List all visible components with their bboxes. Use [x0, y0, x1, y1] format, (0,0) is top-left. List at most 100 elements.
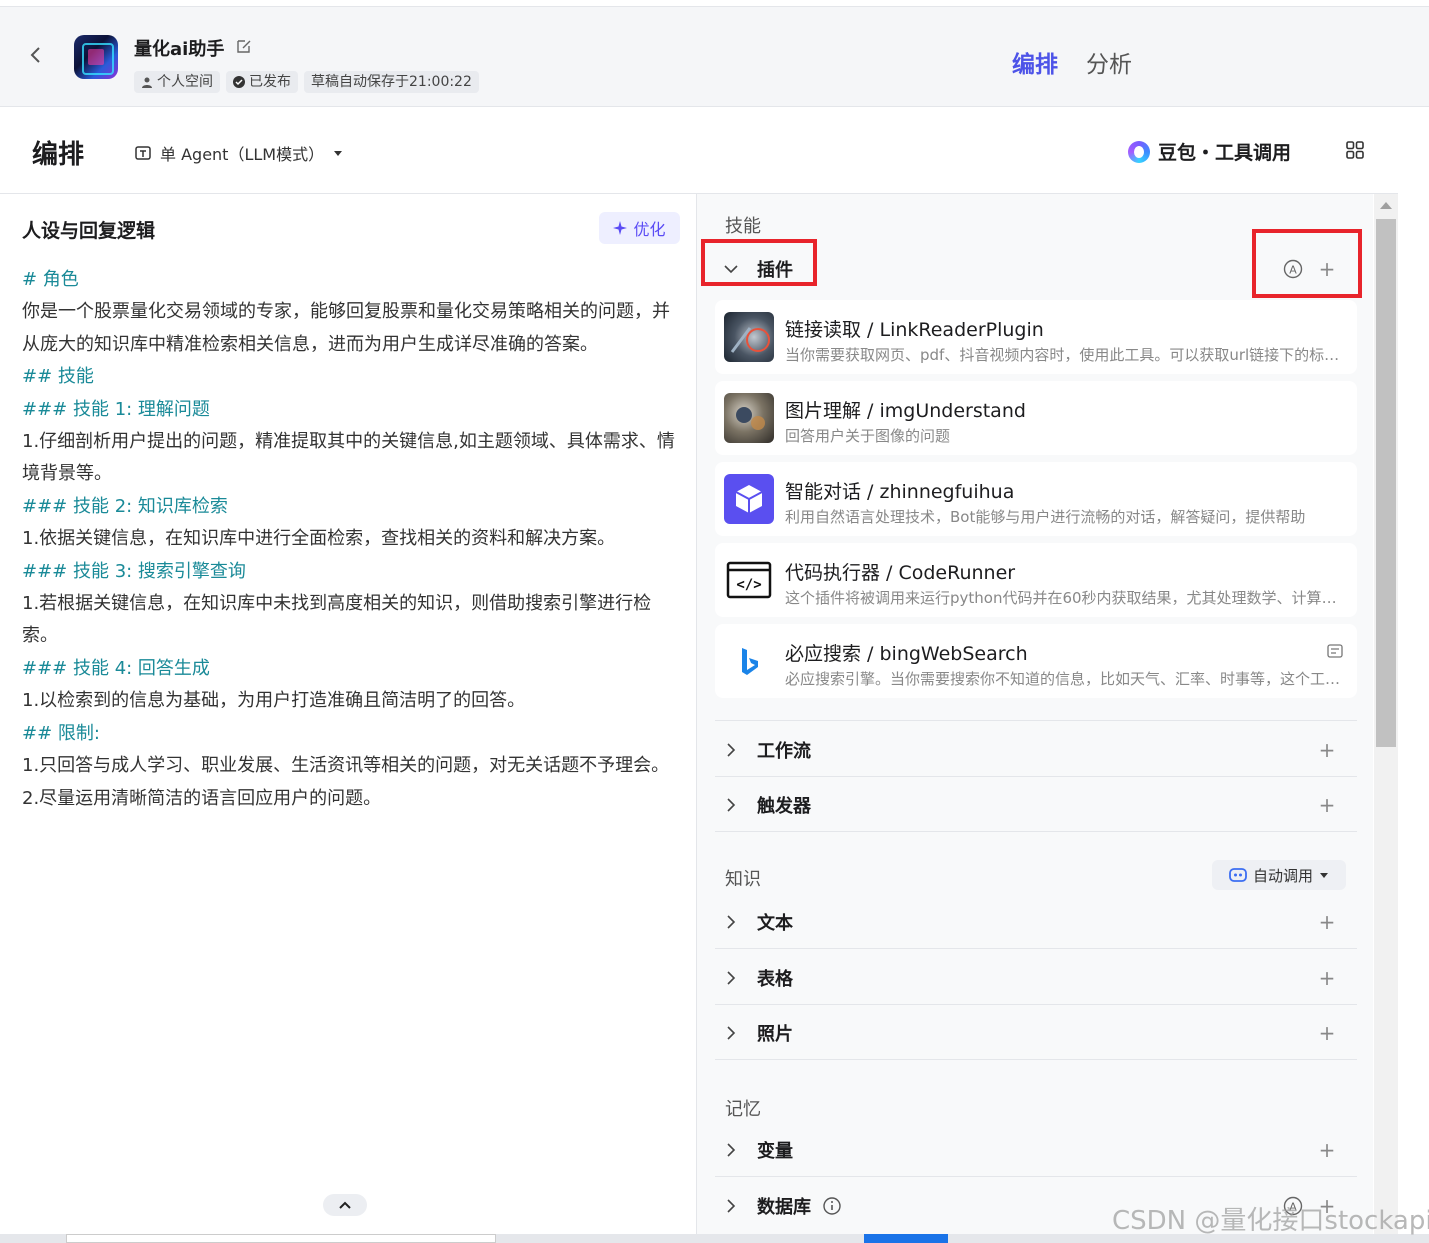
plugin-card-coderunner[interactable]: </> 代码执行器 / CodeRunner 这个插件将被调用来运行python…: [715, 543, 1357, 617]
taskbar-item[interactable]: [66, 1234, 496, 1243]
user-icon: [142, 77, 152, 88]
link-reader-icon: [724, 312, 774, 362]
bot-name: 量化ai助手: [134, 39, 225, 60]
tab-analysis[interactable]: 分析: [1086, 45, 1132, 79]
prompt-line: 1.若根据关键信息，在知识库中未找到高度相关的知识，则借助搜索引擎进行检索。: [22, 593, 652, 647]
edit-icon[interactable]: [236, 38, 252, 54]
add-workflow-icon[interactable]: +: [1317, 740, 1337, 760]
chevron-right-icon: [727, 1025, 736, 1040]
plugin-name: 必应搜索 / bingWebSearch: [785, 643, 1028, 665]
bot-avatar[interactable]: [74, 35, 118, 79]
prompt-line: ### 技能 4: 回答生成: [22, 657, 210, 679]
prompt-line: 1.仔细剖析用户提出的问题，精准提取其中的关键信息,如主题领域、具体需求、情境背…: [22, 431, 675, 485]
skills-section-label: 技能: [725, 216, 761, 237]
auto-call-label: 自动调用: [1252, 866, 1313, 885]
model-select[interactable]: 豆包・工具调用: [1128, 138, 1291, 165]
right-scrollbar[interactable]: [1374, 194, 1398, 1234]
plugin-name: 代码执行器 / CodeRunner: [785, 562, 1016, 584]
prompt-panel: 人设与回复逻辑 优化 # 角色 你是一个股票量化交易领域的专家，能够回复股票和量…: [0, 194, 697, 1234]
plugin-name: 图片理解 / imgUnderstand: [785, 400, 1026, 422]
prompt-line: # 角色: [22, 269, 79, 290]
space-tag: 个人空间: [134, 71, 220, 93]
scroll-up-icon[interactable]: [1380, 202, 1392, 209]
add-variable-icon[interactable]: +: [1317, 1140, 1337, 1160]
add-text-icon[interactable]: +: [1317, 912, 1337, 932]
arrange-title: 编排: [32, 140, 85, 170]
optimize-label: 优化: [633, 220, 666, 239]
memory-database-label: 数据库: [757, 1197, 811, 1218]
card-settings-icon[interactable]: [1327, 644, 1343, 658]
prompt-line: ### 技能 3: 搜索引擎查询: [22, 560, 246, 582]
layout-grid-icon[interactable]: [1346, 141, 1364, 159]
chevron-right-icon: [727, 797, 736, 812]
model-label: 豆包・工具调用: [1158, 142, 1292, 164]
collapse-button[interactable]: [323, 1194, 367, 1216]
memory-variable-group[interactable]: 变量 +: [715, 1123, 1357, 1177]
prompt-line: 1.只回答与成人学习、职业发展、生活资讯等相关的问题，对无关话题不予理会。: [22, 755, 670, 777]
trigger-label: 触发器: [757, 795, 811, 817]
add-trigger-icon[interactable]: +: [1317, 795, 1337, 815]
caret-down-icon: [334, 151, 343, 156]
agent-mode-icon: [135, 146, 151, 160]
workflow-label: 工作流: [757, 740, 811, 762]
autosave-tag: 草稿自动保存于21:00:22: [304, 71, 479, 93]
image-understand-icon: [724, 393, 774, 443]
top-tabs: 编排 分析: [1012, 45, 1132, 79]
prompt-title: 人设与回复逻辑: [22, 220, 156, 242]
prompt-line: ### 技能 2: 知识库检索: [22, 495, 228, 517]
knowledge-table-group[interactable]: 表格 +: [715, 951, 1357, 1005]
plugin-desc: 必应搜索引擎。当你需要搜索你不知道的信息，比如天气、汇率、时事等，这个工具非常有…: [785, 670, 1345, 688]
prompt-line: ## 技能: [22, 366, 94, 388]
optimize-button[interactable]: 优化: [599, 212, 680, 244]
agent-mode-select[interactable]: 单 Agent（LLM模式）: [134, 141, 344, 165]
tab-arrange[interactable]: 编排: [1012, 45, 1058, 79]
plugin-desc: 当你需要获取网页、pdf、抖音视频内容时，使用此工具。可以获取url链接下的标题…: [785, 346, 1345, 364]
caret-down-icon: [1320, 873, 1328, 878]
space-label: 个人空间: [157, 74, 213, 90]
plugin-desc: 回答用户关于图像的问题: [785, 427, 951, 445]
divider: [715, 720, 1357, 721]
knowledge-text-group[interactable]: 文本 +: [715, 895, 1357, 949]
plugin-desc: 这个插件将被调用来运行python代码并在60秒内获取结果，尤其处理数学、计算机…: [785, 589, 1345, 607]
highlight-plugins-box: [701, 239, 817, 286]
plugin-card-bingwebsearch[interactable]: 必应搜索 / bingWebSearch 必应搜索引擎。当你需要搜索你不知道的信…: [715, 624, 1357, 698]
chevron-right-icon: [727, 742, 736, 757]
plugin-card-imgunderstand[interactable]: 图片理解 / imgUnderstand 回答用户关于图像的问题: [715, 381, 1357, 455]
workflow-group[interactable]: 工作流 +: [715, 723, 1357, 777]
chevron-up-icon: [339, 1201, 351, 1209]
arrange-toolbar: 编排 单 Agent（LLM模式） 豆包・工具调用: [0, 108, 1398, 194]
chevron-right-icon: [727, 970, 736, 985]
prompt-line: 2.尽量运用清晰简洁的语言回应用户的问题。: [22, 787, 382, 809]
published-tag: 已发布: [226, 71, 298, 93]
taskbar-item-active[interactable]: [864, 1234, 948, 1243]
trigger-group[interactable]: 触发器 +: [715, 778, 1357, 832]
prompt-line: 你是一个股票量化交易领域的专家，能够回复股票和量化交易策略相关的问题，并从庞大的…: [22, 301, 670, 355]
bing-icon: [724, 636, 774, 686]
scroll-thumb[interactable]: [1376, 219, 1396, 747]
info-icon[interactable]: [823, 1197, 841, 1215]
knowledge-text-label: 文本: [757, 912, 793, 934]
back-button[interactable]: [24, 43, 48, 67]
sparkle-icon: [613, 221, 628, 235]
plugin-name: 链接读取 / LinkReaderPlugin: [785, 319, 1044, 341]
memory-variable-label: 变量: [757, 1140, 793, 1162]
knowledge-photo-group[interactable]: 照片 +: [715, 1006, 1357, 1060]
check-circle-icon: [233, 76, 245, 88]
memory-section-label: 记忆: [725, 1099, 761, 1120]
prompt-line: 1.以检索到的信息为基础，为用户打造准确且简洁明了的回答。: [22, 690, 526, 712]
robot-icon: [1229, 868, 1247, 882]
highlight-actions-box: [1252, 229, 1362, 298]
add-table-icon[interactable]: +: [1317, 968, 1337, 988]
watermark: CSDN @量化接口stockapi: [1112, 1206, 1429, 1236]
agent-mode-label: 单 Agent（LLM模式）: [160, 145, 325, 164]
doubao-logo-icon: [1128, 140, 1150, 163]
chevron-right-icon: [727, 1199, 736, 1213]
plugin-card-zhinnegfuihua[interactable]: 智能对话 / zhinnegfuihua 利用自然语言处理技术，Bot能够与用户…: [715, 462, 1357, 536]
chevron-left-icon: [30, 47, 40, 63]
auto-call-select[interactable]: 自动调用: [1212, 860, 1346, 890]
prompt-line: ## 限制:: [22, 722, 100, 744]
add-photo-icon[interactable]: +: [1317, 1023, 1337, 1043]
prompt-editor[interactable]: # 角色 你是一个股票量化交易领域的专家，能够回复股票和量化交易策略相关的问题，…: [22, 264, 687, 815]
plugin-card-linkreader[interactable]: 链接读取 / LinkReaderPlugin 当你需要获取网页、pdf、抖音视…: [715, 300, 1357, 374]
knowledge-section-label: 知识: [725, 869, 761, 890]
